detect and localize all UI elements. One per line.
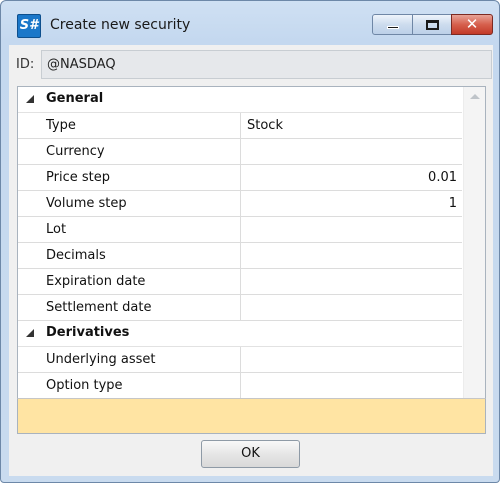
maximize-icon bbox=[426, 20, 439, 30]
property-value: 1 bbox=[448, 196, 457, 211]
property-value-cell[interactable]: Stock bbox=[240, 113, 462, 138]
dialog-window: S# Create new security ✕ ID: @NASDAQ Gen… bbox=[0, 0, 500, 483]
property-row-lot[interactable]: Lot bbox=[18, 217, 462, 243]
category-general[interactable]: General bbox=[18, 87, 462, 113]
property-name: Option type bbox=[46, 378, 123, 393]
property-row-settlement-date[interactable]: Settlement date bbox=[18, 295, 462, 321]
category-derivatives[interactable]: Derivatives bbox=[18, 321, 462, 347]
property-name: Settlement date bbox=[46, 300, 152, 315]
property-value-cell[interactable] bbox=[240, 243, 462, 268]
app-logo-icon: S# bbox=[17, 14, 41, 38]
property-name: Volume step bbox=[46, 196, 127, 211]
property-value: Stock bbox=[247, 118, 283, 133]
property-name: Price step bbox=[46, 170, 110, 185]
property-name: Type bbox=[46, 118, 76, 133]
property-name: Currency bbox=[46, 144, 105, 159]
property-row-currency[interactable]: Currency bbox=[18, 139, 462, 165]
close-button[interactable]: ✕ bbox=[451, 14, 493, 35]
property-value-cell[interactable] bbox=[240, 139, 462, 164]
property-grid: General Type Stock Currency Price step 0.01 Vo… bbox=[17, 86, 486, 431]
id-row: ID: @NASDAQ bbox=[9, 45, 493, 85]
property-value-cell[interactable] bbox=[240, 217, 462, 242]
property-row-type[interactable]: Type Stock bbox=[18, 113, 462, 139]
id-label: ID: bbox=[16, 57, 35, 72]
property-value-cell[interactable] bbox=[240, 295, 462, 320]
property-name: Decimals bbox=[46, 248, 106, 263]
property-value-cell[interactable]: 0.01 bbox=[240, 165, 462, 190]
property-name: Expiration date bbox=[46, 274, 146, 289]
collapse-triangle-icon[interactable] bbox=[26, 95, 34, 103]
collapse-triangle-icon[interactable] bbox=[26, 329, 34, 337]
description-panel bbox=[17, 398, 486, 434]
property-value-cell[interactable] bbox=[240, 373, 462, 398]
dialog-content: ID: @NASDAQ General Type Stock Currency Pric… bbox=[9, 45, 493, 476]
window-title: Create new security bbox=[50, 17, 191, 33]
minimize-button[interactable] bbox=[372, 14, 413, 35]
scroll-up-arrow-icon[interactable] bbox=[470, 94, 480, 99]
id-input[interactable]: @NASDAQ bbox=[41, 50, 492, 79]
property-row-expiration-date[interactable]: Expiration date bbox=[18, 269, 462, 295]
category-label: Derivatives bbox=[46, 325, 130, 340]
property-row-volume-step[interactable]: Volume step 1 bbox=[18, 191, 462, 217]
property-value-cell[interactable]: 1 bbox=[240, 191, 462, 216]
property-row-price-step[interactable]: Price step 0.01 bbox=[18, 165, 462, 191]
minimize-icon bbox=[387, 26, 399, 29]
property-value: 0.01 bbox=[428, 170, 457, 185]
maximize-button[interactable] bbox=[412, 14, 452, 35]
property-value-cell[interactable] bbox=[240, 347, 462, 372]
ok-button[interactable]: OK bbox=[201, 440, 300, 468]
close-icon: ✕ bbox=[465, 15, 479, 33]
property-value-cell[interactable] bbox=[240, 269, 462, 294]
property-name: Lot bbox=[46, 222, 67, 237]
title-bar[interactable]: S# Create new security ✕ bbox=[1, 1, 499, 45]
property-row-decimals[interactable]: Decimals bbox=[18, 243, 462, 269]
property-row-option-type[interactable]: Option type bbox=[18, 373, 462, 399]
property-name: Underlying asset bbox=[46, 352, 156, 367]
vertical-scrollbar[interactable] bbox=[463, 87, 485, 430]
category-label: General bbox=[46, 91, 104, 106]
property-row-underlying-asset[interactable]: Underlying asset bbox=[18, 347, 462, 373]
